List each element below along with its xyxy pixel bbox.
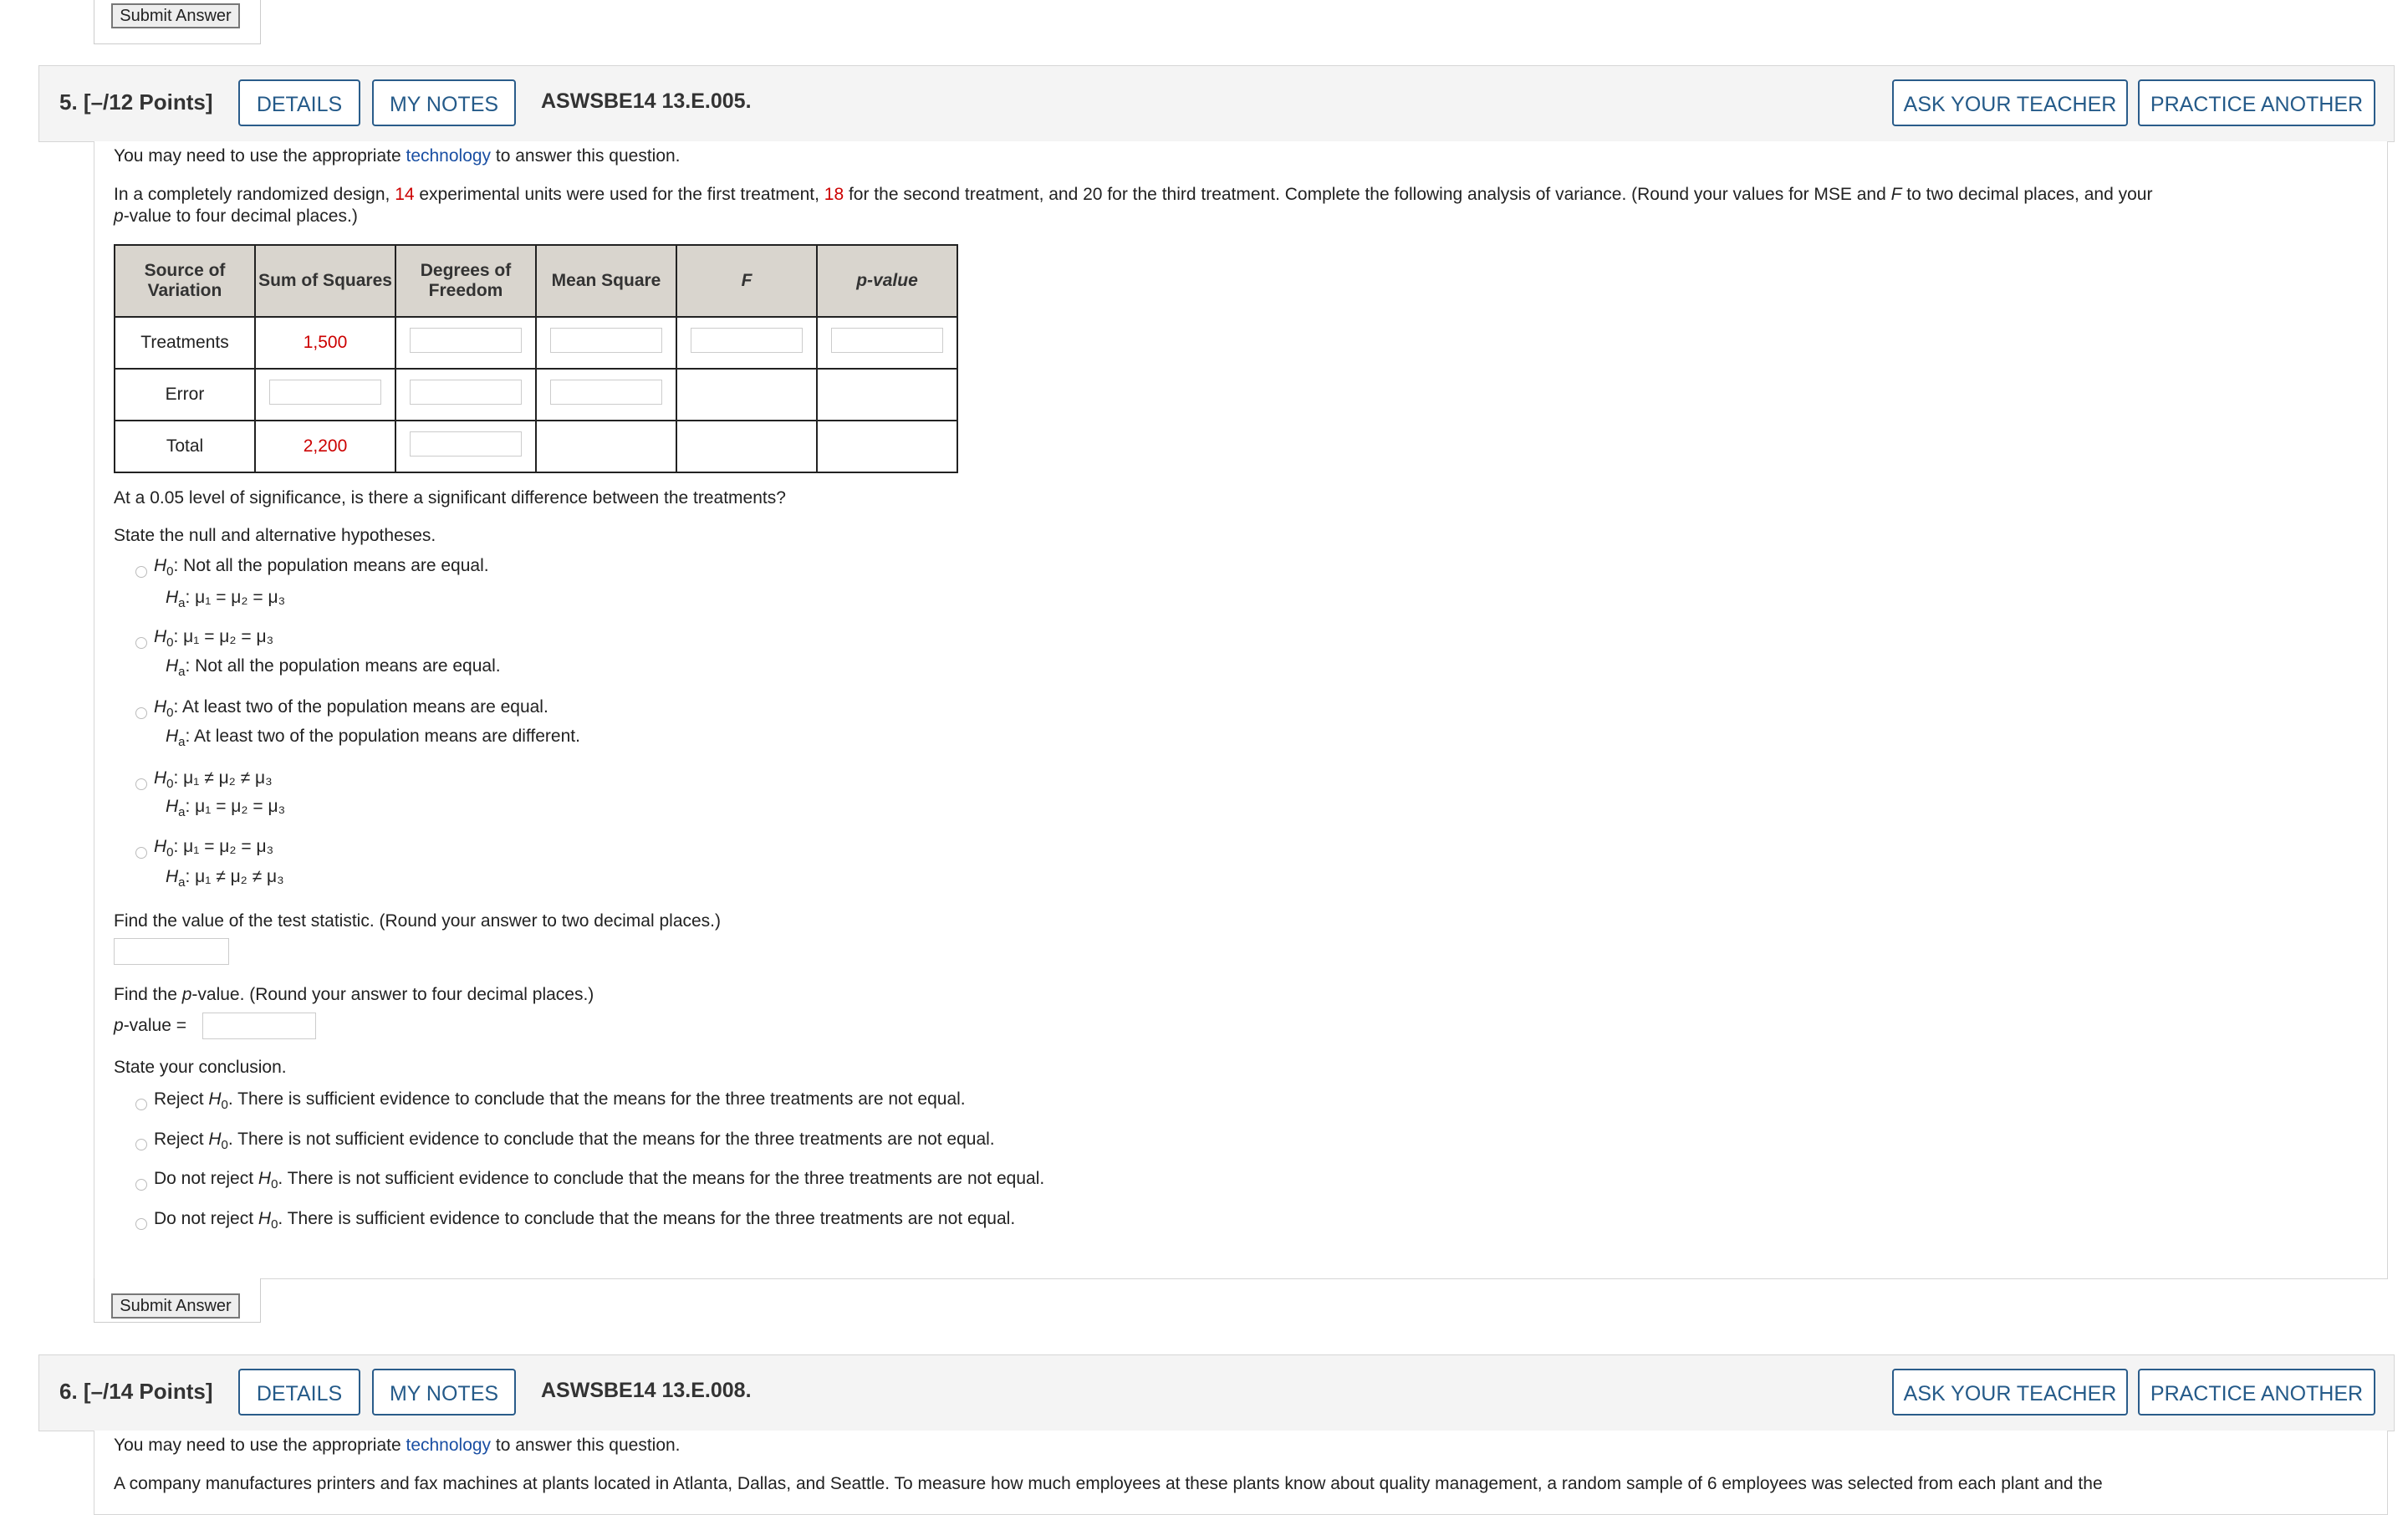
test-statistic-input[interactable] xyxy=(114,938,229,965)
question-prompt: A company manufactures printers and fax … xyxy=(114,1474,2103,1493)
empty-cell xyxy=(676,420,818,473)
ask-your-teacher-button[interactable]: ASK YOUR TEACHER xyxy=(1892,1369,2128,1416)
question-number: 6. [–/14 Points] xyxy=(59,1379,213,1404)
submit-answer-button[interactable]: Submit Answer xyxy=(111,1293,240,1319)
total-df-input[interactable] xyxy=(410,431,522,457)
hypothesis-option-2-radio[interactable] xyxy=(135,637,147,649)
p-value-input[interactable] xyxy=(202,1013,316,1039)
technology-link[interactable]: technology xyxy=(406,146,491,166)
total-ss: 2,200 xyxy=(254,420,396,473)
hypothesis-option-3-radio[interactable] xyxy=(135,707,147,719)
col-mean-square: Mean Square xyxy=(535,244,677,318)
error-ss-input[interactable] xyxy=(269,380,381,405)
row-total-label: Total xyxy=(114,420,256,473)
empty-cell xyxy=(816,368,958,421)
hypothesis-option-2-h0: H0: μ₁ = μ₂ = μ₃ xyxy=(154,627,274,650)
question-6-header: 6. [–/14 Points] DETAILS MY NOTES ASWSBE… xyxy=(38,1354,2395,1431)
conclusion-option-3-radio[interactable] xyxy=(135,1179,147,1191)
hypothesis-option-1-radio[interactable] xyxy=(135,566,147,578)
question-prompt: In a completely randomized design, 14 ex… xyxy=(114,185,2153,204)
row-treatments-label: Treatments xyxy=(114,316,256,370)
practice-another-button[interactable]: PRACTICE ANOTHER xyxy=(2138,79,2375,126)
hypothesis-option-4-radio[interactable] xyxy=(135,778,147,790)
conclusion-option-4-radio[interactable] xyxy=(135,1218,147,1230)
hypothesis-option-3-h0: H0: At least two of the population means… xyxy=(154,697,548,720)
col-source: Source of Variation xyxy=(114,244,256,318)
row-error-label: Error xyxy=(114,368,256,421)
conclusion-option-1-radio[interactable] xyxy=(135,1099,147,1110)
conclusion-option-1: Reject H0. There is sufficient evidence … xyxy=(154,1089,966,1112)
treatments-pvalue-input[interactable] xyxy=(831,328,943,353)
state-conclusion-label: State your conclusion. xyxy=(114,1058,287,1077)
details-button[interactable]: DETAILS xyxy=(238,1369,360,1416)
treatments-ms-input[interactable] xyxy=(550,328,662,353)
hypothesis-option-5-radio[interactable] xyxy=(135,847,147,859)
technology-note: You may need to use the appropriate tech… xyxy=(114,146,681,166)
hypothesis-option-3-ha: Ha: At least two of the population means… xyxy=(166,727,580,749)
anova-table: Source of Variation Sum of Squares Degre… xyxy=(114,244,958,473)
empty-cell xyxy=(535,420,677,473)
hypothesis-option-2-ha: Ha: Not all the population means are equ… xyxy=(166,656,501,679)
conclusion-option-2-radio[interactable] xyxy=(135,1139,147,1150)
hypothesis-option-4-h0: H0: μ₁ ≠ μ₂ ≠ μ₃ xyxy=(154,768,273,791)
conclusion-option-4: Do not reject H0. There is sufficient ev… xyxy=(154,1209,1016,1232)
treatments-df-input[interactable] xyxy=(410,328,522,353)
previous-submit-container: Submit Answer xyxy=(94,0,261,44)
question-code: ASWSBE14 13.E.005. xyxy=(541,89,752,113)
error-df-input[interactable] xyxy=(410,380,522,405)
hypothesis-option-5-h0: H0: μ₁ = μ₂ = μ₃ xyxy=(154,837,274,860)
significance-question: At a 0.05 level of significance, is ther… xyxy=(114,488,786,508)
hypothesis-option-1-ha: Ha: μ₁ = μ₂ = μ₃ xyxy=(166,588,286,610)
hypothesis-option-1-h0: H0: Not all the population means are equ… xyxy=(154,556,489,579)
question-5-header: 5. [–/12 Points] DETAILS MY NOTES ASWSBE… xyxy=(38,65,2395,142)
empty-cell xyxy=(816,420,958,473)
question-code: ASWSBE14 13.E.008. xyxy=(541,1379,752,1402)
col-sum-squares: Sum of Squares xyxy=(254,244,396,318)
question-5-submit-container: Submit Answer xyxy=(94,1278,261,1323)
treatments-ss: 1,500 xyxy=(254,316,396,370)
technology-link[interactable]: technology xyxy=(406,1436,491,1455)
question-number: 5. [–/12 Points] xyxy=(59,89,213,115)
question-prompt-cont: p-value to four decimal places.) xyxy=(114,207,358,226)
conclusion-option-3: Do not reject H0. There is not sufficien… xyxy=(154,1169,1045,1191)
col-f: F xyxy=(676,244,818,318)
details-button[interactable]: DETAILS xyxy=(238,79,360,126)
ask-your-teacher-button[interactable]: ASK YOUR TEACHER xyxy=(1892,79,2128,126)
error-ms-input[interactable] xyxy=(550,380,662,405)
col-p-value: p-value xyxy=(816,244,958,318)
find-p-value-label: Find the p-value. (Round your answer to … xyxy=(114,985,594,1004)
state-hypotheses-label: State the null and alternative hypothese… xyxy=(114,526,436,545)
technology-note: You may need to use the appropriate tech… xyxy=(114,1436,681,1455)
hypothesis-option-5-ha: Ha: μ₁ ≠ μ₂ ≠ μ₃ xyxy=(166,867,284,890)
find-test-statistic-label: Find the value of the test statistic. (R… xyxy=(114,911,722,931)
conclusion-option-2: Reject H0. There is not sufficient evide… xyxy=(154,1130,995,1152)
practice-another-button[interactable]: PRACTICE ANOTHER xyxy=(2138,1369,2375,1416)
submit-answer-button[interactable]: Submit Answer xyxy=(111,3,240,28)
my-notes-button[interactable]: MY NOTES xyxy=(372,79,516,126)
p-value-field-label: p-value = xyxy=(114,1016,186,1035)
col-degrees-freedom: Degrees of Freedom xyxy=(395,244,537,318)
hypothesis-option-4-ha: Ha: μ₁ = μ₂ = μ₃ xyxy=(166,797,286,819)
treatments-f-input[interactable] xyxy=(691,328,803,353)
empty-cell xyxy=(676,368,818,421)
my-notes-button[interactable]: MY NOTES xyxy=(372,1369,516,1416)
